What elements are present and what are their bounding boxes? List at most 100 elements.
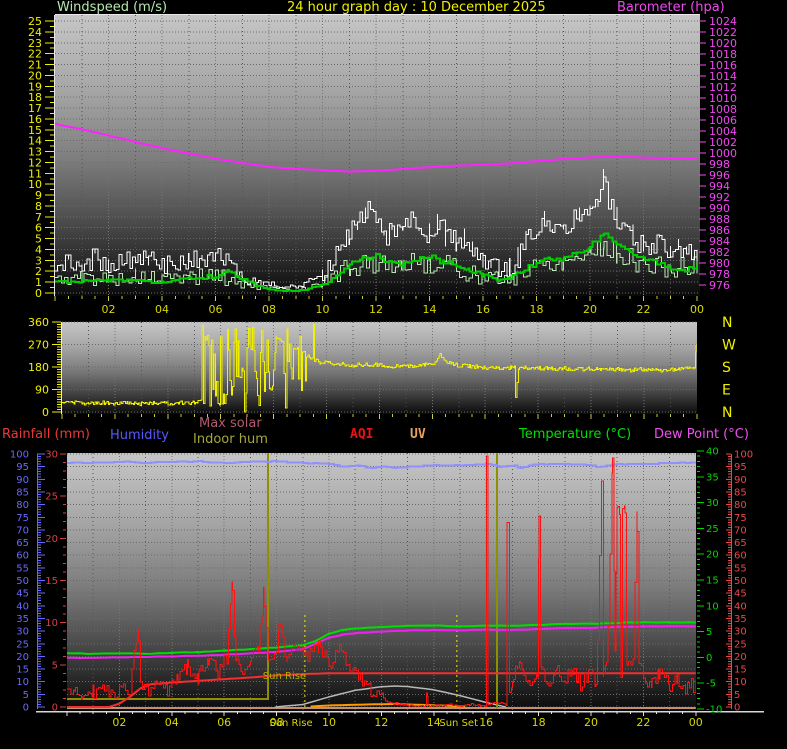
- svg-text:02: 02: [112, 716, 126, 729]
- svg-text:35: 35: [706, 472, 719, 483]
- svg-text:30: 30: [16, 627, 29, 638]
- legend-rainfall: Rainfall (mm): [2, 427, 90, 442]
- svg-text:06: 06: [209, 303, 223, 316]
- hour-labels: 02 04 06 08 10 12 14 16 18 20 22 00: [112, 716, 702, 729]
- svg-text:10: 10: [316, 303, 330, 316]
- svg-text:18: 18: [532, 716, 546, 729]
- svg-text:04: 04: [165, 716, 179, 729]
- svg-text:Sun Rise: Sun Rise: [263, 671, 306, 682]
- svg-text:0: 0: [23, 703, 29, 714]
- svg-text:95: 95: [734, 462, 747, 473]
- svg-text:W: W: [722, 338, 736, 354]
- svg-text:N: N: [722, 405, 732, 421]
- svg-text:80: 80: [16, 500, 29, 511]
- axis-temp: -10 -5 0 5 10 15 20 25 30 35 40: [697, 447, 722, 716]
- svg-text:06: 06: [217, 716, 231, 729]
- svg-text:22: 22: [637, 303, 651, 316]
- svg-text:100: 100: [734, 450, 753, 461]
- svg-text:Sun Set: Sun Set: [439, 718, 478, 729]
- svg-text:70: 70: [16, 525, 29, 536]
- legend-max-solar: Max solar: [199, 416, 262, 431]
- svg-text:20: 20: [584, 716, 598, 729]
- legend-humidity: Humidity: [110, 428, 169, 443]
- svg-text:70: 70: [734, 525, 747, 536]
- svg-text:16: 16: [479, 716, 493, 729]
- windspeed-axis-title: Windspeed (m/s): [57, 0, 168, 15]
- svg-text:08: 08: [262, 303, 276, 316]
- svg-text:10: 10: [706, 601, 719, 612]
- svg-text:N: N: [722, 315, 732, 331]
- svg-text:20: 20: [16, 652, 29, 663]
- svg-text:-5: -5: [706, 679, 716, 690]
- axis-aqi: 0 5 1015 20 2530 35 4045 50 5560 65 7075 80 8590 9510…: [726, 450, 753, 714]
- svg-text:25: 25: [16, 639, 29, 650]
- svg-text:00: 00: [690, 303, 704, 316]
- svg-text:12: 12: [374, 716, 388, 729]
- svg-text:E: E: [722, 383, 731, 399]
- svg-text:10: 10: [734, 677, 747, 688]
- svg-text:95: 95: [16, 462, 29, 473]
- svg-text:0: 0: [52, 703, 58, 714]
- axis-dir: 0 90 180 270 360: [28, 316, 61, 419]
- svg-text:10: 10: [45, 618, 58, 629]
- svg-text:85: 85: [734, 487, 747, 498]
- svg-text:90: 90: [16, 475, 29, 486]
- svg-text:10: 10: [322, 716, 336, 729]
- svg-text:25: 25: [706, 524, 719, 535]
- hour-labels: 02 04 06 08 10 12 14 16 18 20 22 00: [102, 303, 705, 316]
- svg-text:02: 02: [102, 303, 116, 316]
- svg-text:25: 25: [45, 492, 58, 503]
- plot-annotations: Sun Rise: [263, 671, 306, 682]
- svg-text:60: 60: [16, 551, 29, 562]
- svg-text:80: 80: [734, 500, 747, 511]
- svg-text:10: 10: [16, 677, 29, 688]
- graph-title: 24 hour graph day : 10 December 2025: [287, 0, 546, 15]
- svg-text:Sun Rise: Sun Rise: [269, 718, 312, 729]
- svg-text:35: 35: [16, 614, 29, 625]
- weather-dashboard: 0 1 2 3 4 5 6 7 8 9 10 11 12 13 14 15 16 17 18 19 20 21 22 23 24…: [0, 0, 787, 749]
- svg-text:00: 00: [689, 716, 703, 729]
- svg-text:0: 0: [706, 653, 712, 664]
- svg-text:180: 180: [28, 361, 49, 374]
- legend-indoor-hum: Indoor hum: [193, 432, 268, 447]
- hour-ticks: [54, 296, 698, 301]
- svg-text:75: 75: [16, 513, 29, 524]
- svg-text:22: 22: [636, 716, 650, 729]
- svg-text:20: 20: [734, 652, 747, 663]
- svg-text:90: 90: [734, 475, 747, 486]
- svg-text:75: 75: [734, 513, 747, 524]
- panel-wind-direction: 090180270360 NWSEN: [28, 315, 736, 421]
- svg-text:100: 100: [10, 450, 29, 461]
- svg-text:85: 85: [16, 487, 29, 498]
- svg-text:15: 15: [734, 665, 747, 676]
- svg-text:20: 20: [706, 550, 719, 561]
- svg-text:40: 40: [734, 601, 747, 612]
- svg-text:14: 14: [423, 303, 437, 316]
- svg-text:60: 60: [734, 551, 747, 562]
- svg-text:20: 20: [583, 303, 597, 316]
- svg-text:270: 270: [28, 339, 49, 352]
- svg-text:15: 15: [706, 576, 719, 587]
- svg-text:5: 5: [734, 690, 740, 701]
- hour-ticks: [61, 414, 698, 419]
- svg-text:35: 35: [734, 614, 747, 625]
- svg-text:45: 45: [16, 589, 29, 600]
- svg-text:30: 30: [45, 450, 58, 461]
- svg-text:50: 50: [16, 576, 29, 587]
- svg-text:65: 65: [734, 538, 747, 549]
- axis-wind: 0123456789101112131415161718192021222324…: [28, 15, 54, 300]
- svg-text:12: 12: [369, 303, 383, 316]
- panel-windspeed-barometer: 0123456789101112131415161718192021222324…: [28, 14, 737, 316]
- svg-text:15: 15: [16, 665, 29, 676]
- weather-graphs-canvas: 0123456789101112131415161718192021222324…: [10, 14, 764, 729]
- svg-text:5: 5: [23, 690, 29, 701]
- compass-letters: NWSEN: [722, 315, 736, 421]
- legend-temperature: Temperature (°C): [519, 427, 632, 442]
- svg-text:30: 30: [706, 498, 719, 509]
- svg-text:90: 90: [35, 384, 49, 397]
- svg-text:30: 30: [734, 627, 747, 638]
- barometer-axis-title: Barometer (hpa): [617, 0, 725, 15]
- svg-text:16: 16: [476, 303, 490, 316]
- svg-text:45: 45: [734, 589, 747, 600]
- svg-text:55: 55: [16, 563, 29, 574]
